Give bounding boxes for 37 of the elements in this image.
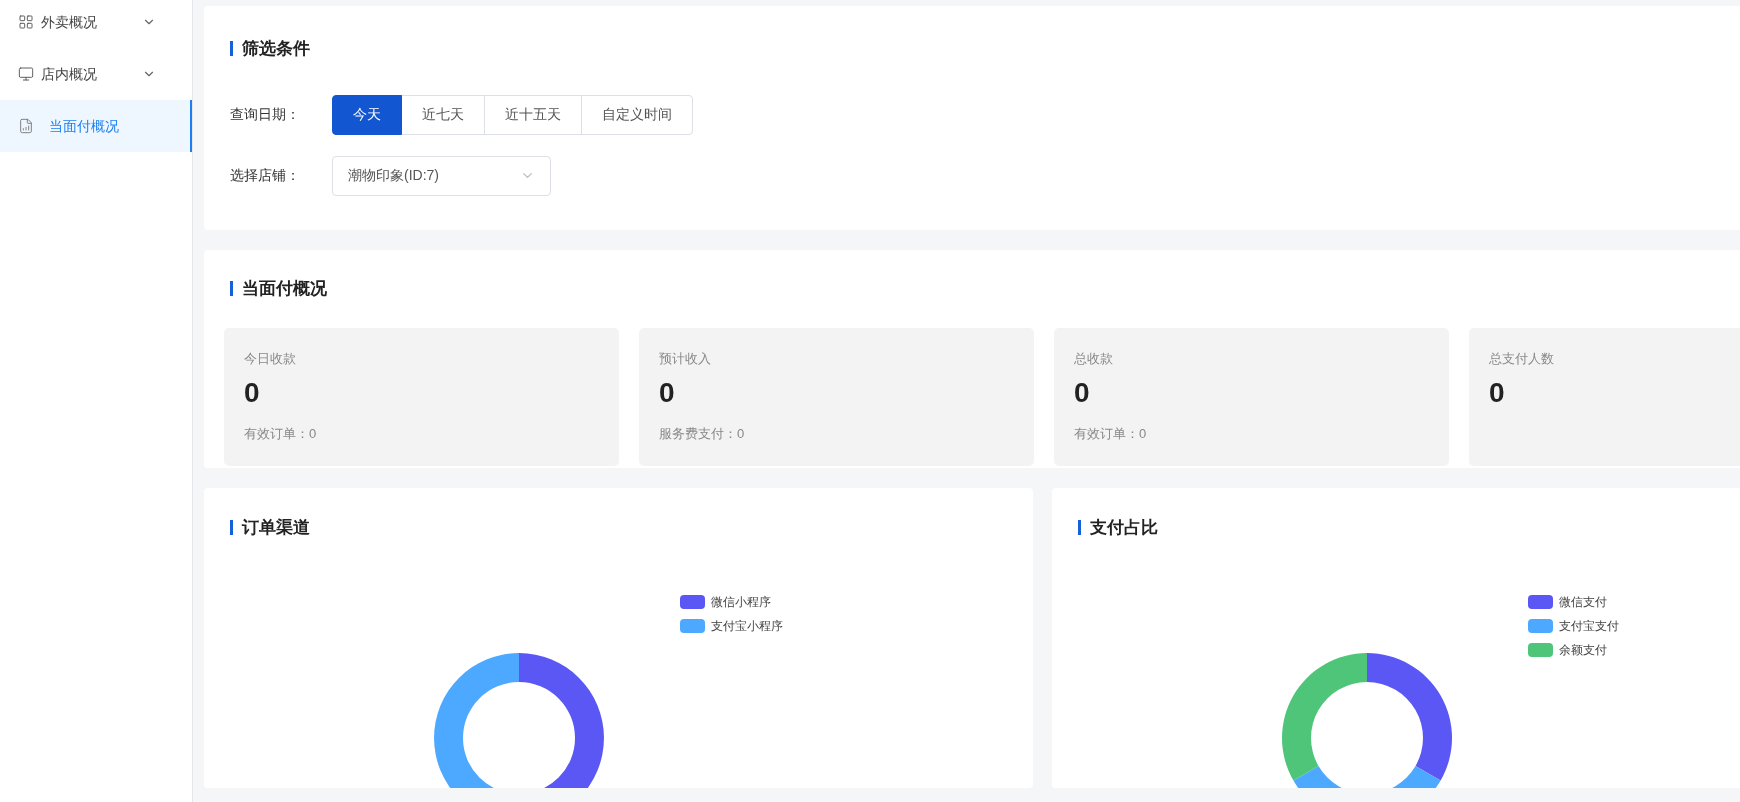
store-label: 选择店铺： bbox=[230, 166, 301, 185]
stat-note: 服务费支付：0 bbox=[659, 425, 746, 443]
title-accent-bar bbox=[230, 281, 233, 297]
sidebar-item[interactable]: 外卖概况 bbox=[0, 0, 192, 48]
title-accent-bar bbox=[1078, 520, 1081, 536]
stat-value: 0 bbox=[1489, 376, 1506, 410]
date-option-button[interactable]: 近七天 bbox=[401, 94, 485, 135]
section-title: 当面付概况 bbox=[242, 278, 327, 300]
section-title: 支付占比 bbox=[1090, 517, 1158, 539]
document-chart-icon bbox=[18, 118, 34, 134]
date-option-button[interactable]: 自定义时间 bbox=[581, 94, 693, 135]
stat-note: 有效订单：0 bbox=[244, 425, 318, 443]
grid-icon bbox=[18, 14, 34, 30]
stat-value: 0 bbox=[1074, 376, 1091, 410]
stat-label: 预计收入 bbox=[659, 349, 712, 368]
legend-label: 微信支付 bbox=[1559, 594, 1607, 611]
legend-label: 支付宝小程序 bbox=[711, 618, 783, 635]
stat-value: 0 bbox=[659, 376, 676, 410]
stat-label: 总收款 bbox=[1074, 349, 1114, 368]
legend-label: 余额支付 bbox=[1559, 642, 1607, 659]
title-accent-bar bbox=[230, 520, 233, 536]
legend-label: 微信小程序 bbox=[711, 594, 771, 611]
date-option-button[interactable]: 今天 bbox=[332, 94, 402, 135]
sidebar-item[interactable]: 当面付概况 bbox=[0, 100, 192, 152]
stat-label: 今日收款 bbox=[244, 349, 297, 368]
section-title: 订单渠道 bbox=[242, 517, 310, 539]
date-label: 查询日期： bbox=[230, 105, 301, 124]
stat-note: 有效订单：0 bbox=[1074, 425, 1148, 443]
section-title: 筛选条件 bbox=[242, 38, 310, 60]
legend-label: 支付宝支付 bbox=[1559, 618, 1619, 635]
sidebar-item[interactable]: 店内概况 bbox=[0, 48, 192, 100]
store-select[interactable]: 潮物印象(ID:7) bbox=[332, 155, 551, 196]
stat-label: 总支付人数 bbox=[1489, 349, 1555, 368]
date-option-button[interactable]: 近十五天 bbox=[484, 94, 582, 135]
monitor-icon bbox=[18, 66, 34, 82]
title-accent-bar bbox=[230, 41, 233, 57]
stat-value: 0 bbox=[244, 376, 261, 410]
